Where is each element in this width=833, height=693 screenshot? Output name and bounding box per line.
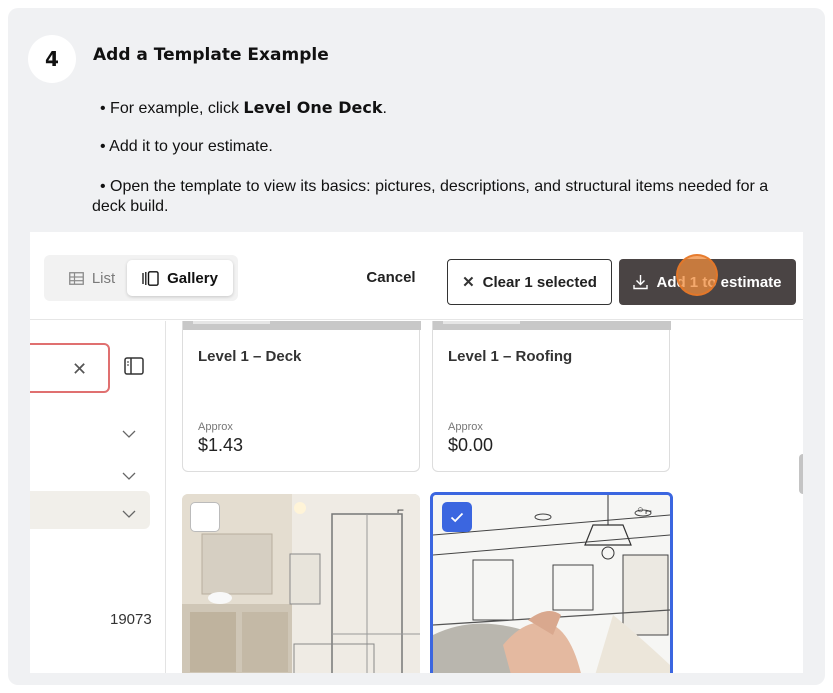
chevron-down-icon[interactable] <box>122 468 136 484</box>
template-type-icon: ⌐ <box>645 504 653 518</box>
instruction-bullet-1: • For example, click Level One Deck. <box>100 98 387 119</box>
view-toggle: List Gallery <box>44 255 238 301</box>
close-icon: ✕ <box>462 274 475 291</box>
template-approx-label: Approx <box>448 421 483 433</box>
view-gallery-label: Gallery <box>167 269 218 287</box>
template-card-kitchen-selected[interactable]: ⌐ ○ <box>430 492 673 673</box>
tutorial-step-card: 4 Add a Template Example • For example, … <box>8 8 825 685</box>
template-approx-label: Approx <box>198 421 233 433</box>
click-indicator <box>676 254 718 296</box>
step-number: 4 <box>45 47 59 71</box>
filter-item-active[interactable] <box>30 491 150 529</box>
template-title: Level 1 – Deck <box>198 348 302 365</box>
sidebar-toggle-icon[interactable] <box>124 357 144 375</box>
chevron-down-icon <box>122 506 136 522</box>
template-card-level-1-roofing[interactable]: Level 1 – Roofing Approx $0.00 <box>432 321 671 472</box>
instruction-1-prefix: • For example, click <box>100 100 244 117</box>
instruction-bullet-3-line1: • Open the template to view its basics: … <box>100 178 769 195</box>
instruction-1-bold: Level One Deck <box>243 98 383 117</box>
instruction-bullet-2: • Add it to your estimate. <box>100 138 273 155</box>
clear-selection-button[interactable]: ✕ Clear 1 selected <box>447 259 612 305</box>
instruction-bullet-3-line2: deck build. <box>92 198 169 215</box>
view-gallery-button[interactable]: Gallery <box>127 260 233 296</box>
template-card-bathroom[interactable]: ⌐ <box>182 494 420 673</box>
table-icon <box>68 271 84 285</box>
result-count: 19073 <box>110 611 152 628</box>
circle-icon: ○ <box>637 504 644 516</box>
template-title: Level 1 – Roofing <box>448 348 573 365</box>
template-type-icon: ⌐ <box>397 503 405 517</box>
select-checkbox-checked[interactable] <box>442 502 472 532</box>
filter-sidebar: ✕ 19073 <box>30 321 166 673</box>
template-card-level-1-deck[interactable]: Level 1 – Deck Approx $1.43 <box>182 321 421 472</box>
step-number-badge: 4 <box>28 35 76 83</box>
close-icon[interactable]: ✕ <box>72 359 87 380</box>
step-title: Add a Template Example <box>93 45 329 65</box>
clear-selection-label: Clear 1 selected <box>482 273 597 291</box>
checkmark-icon <box>450 512 464 522</box>
template-tab <box>193 321 270 324</box>
cancel-button[interactable]: Cancel <box>360 262 422 292</box>
template-image-strip <box>433 321 671 330</box>
view-list-label: List <box>91 269 116 287</box>
select-checkbox[interactable] <box>190 502 220 532</box>
app-screenshot: List Gallery Cancel ✕ Clear 1 selected A… <box>30 232 803 673</box>
template-image-strip <box>183 321 421 330</box>
gallery-icon <box>142 270 159 286</box>
chevron-down-icon[interactable] <box>122 426 136 442</box>
toolbar: List Gallery Cancel ✕ Clear 1 selected A… <box>30 232 803 320</box>
scrollbar-thumb[interactable] <box>799 454 803 494</box>
template-tab <box>443 321 520 324</box>
template-price: $1.43 <box>198 435 244 455</box>
template-price: $0.00 <box>448 435 494 455</box>
instruction-1-suffix: . <box>382 100 387 117</box>
view-list-button[interactable]: List <box>52 260 132 296</box>
search-input[interactable]: ✕ <box>30 343 110 393</box>
download-icon <box>633 275 649 290</box>
